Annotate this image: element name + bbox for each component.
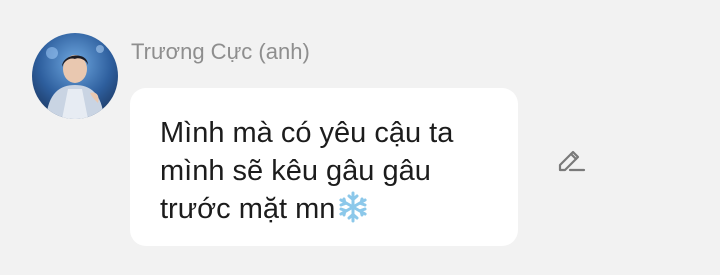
profile-photo-icon [32, 33, 118, 119]
message-bubble[interactable]: Mình mà có yêu cậu ta mình sẽ kêu gâu gâ… [130, 88, 518, 246]
message-text: Mình mà có yêu cậu ta mình sẽ kêu gâu gâ… [160, 114, 510, 228]
snowflake-icon [339, 191, 367, 223]
message-line: Mình mà có yêu cậu ta [160, 117, 454, 149]
sender-name: Trương Cực (anh) [131, 39, 310, 64]
pencil-icon[interactable] [556, 143, 586, 173]
message-line-text: trước mặt mn [160, 193, 336, 225]
message-line: trước mặt mn [160, 190, 510, 228]
message-line: mình sẽ kêu gâu gâu [160, 155, 431, 187]
avatar[interactable] [32, 33, 118, 119]
